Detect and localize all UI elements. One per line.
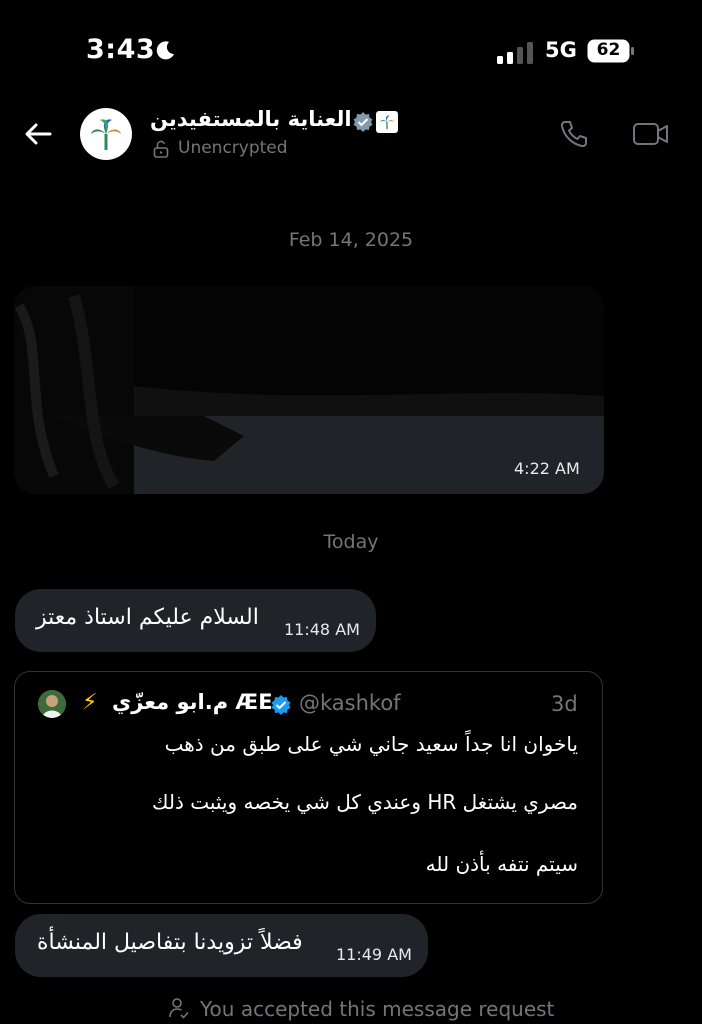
quoted-post-line: ياخوان انا جداً سعيد جاني شي على طبق من …	[164, 732, 578, 756]
status-time: 3:43	[86, 34, 156, 65]
quoted-author-handle[interactable]: @kashkof	[299, 691, 401, 715]
system-notice: You accepted this message request	[200, 997, 555, 1021]
quoted-post-line: مصري يشتغل HR وعندي كل شي يخصه ويثبت ذلك	[152, 790, 578, 814]
palm-logo-icon	[91, 119, 121, 150]
network-type: 5G	[545, 38, 577, 62]
message-text: فضلاً تزويدنا بتفاصيل المنشأة	[37, 930, 303, 955]
redacted-message[interactable]: 4:22 AM	[14, 286, 604, 494]
unlocked-icon	[153, 140, 169, 158]
moon-icon	[156, 41, 174, 60]
lightning-icon: ⚡	[82, 690, 98, 715]
message-time: 4:22 AM	[514, 459, 580, 478]
message-time: 11:48 AM	[284, 620, 360, 639]
video-call-icon[interactable]	[632, 118, 670, 150]
date-separator: Today	[323, 531, 379, 553]
contact-avatar[interactable]	[80, 108, 132, 160]
chat-title: العناية بالمستفيدين	[150, 107, 352, 131]
message-time: 11:49 AM	[336, 945, 412, 964]
message-text: السلام عليكم استاذ معتز	[36, 605, 259, 630]
battery-level: 62	[596, 40, 621, 60]
palm-logo-icon	[380, 115, 394, 130]
encryption-status: Unencrypted	[178, 138, 288, 158]
quoted-post-age: 3d	[551, 692, 578, 716]
battery-icon: 62	[587, 39, 635, 63]
back-arrow-icon[interactable]	[22, 118, 54, 150]
phone-call-icon[interactable]	[558, 118, 590, 150]
date-separator: Feb 14, 2025	[288, 229, 414, 251]
org-affiliate-badge	[376, 111, 398, 133]
person-check-icon	[169, 998, 189, 1019]
quoted-post-line: سيتم نتفه بأذن لله	[425, 852, 578, 876]
quoted-author-avatar[interactable]	[38, 690, 66, 718]
blue-verified-badge-icon	[271, 695, 291, 715]
signal-icon	[497, 42, 533, 64]
gray-verified-badge-icon	[353, 112, 373, 132]
quoted-author-name[interactable]: م.ابو معزّي ÆE	[112, 690, 273, 714]
